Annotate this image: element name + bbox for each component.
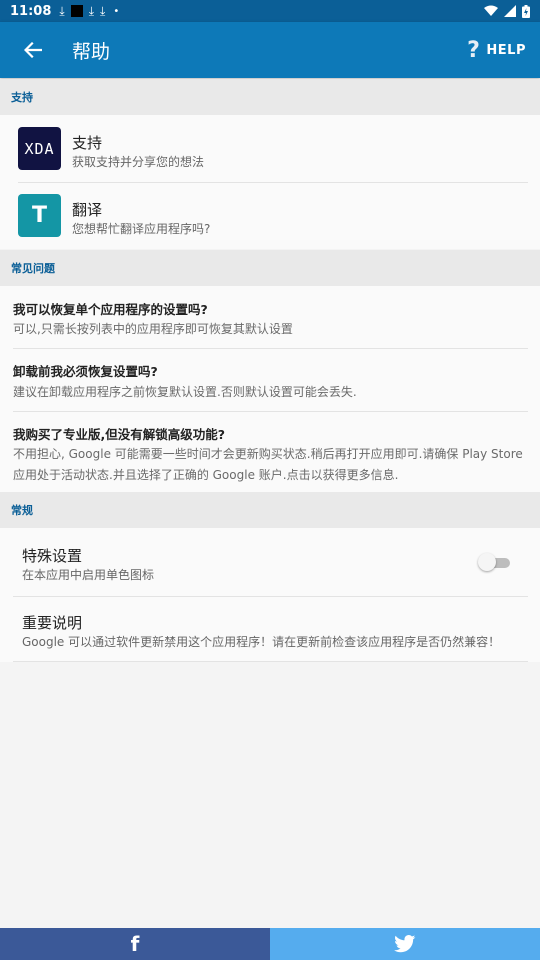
notification-icon bbox=[70, 5, 83, 17]
section-header-general: 常规 bbox=[0, 492, 540, 528]
download-icon: ⤓ bbox=[59, 3, 65, 18]
faq-question: 我可以恢复单个应用程序的设置吗? bbox=[13, 302, 208, 317]
help-button[interactable]: ? HELP bbox=[467, 38, 526, 63]
twitter-button[interactable] bbox=[270, 928, 540, 960]
faq-item[interactable]: 卸载前我必须恢复设置吗? 建议在卸载应用程序之前恢复默认设置.否则默认设置可能会… bbox=[0, 348, 540, 411]
facebook-button[interactable]: f bbox=[0, 928, 270, 960]
list-item-title: 翻译 bbox=[72, 201, 103, 219]
faq-answer: 不用担心, Google 可能需要一些时间才会更新购买状态.稍后再打开应用即可.… bbox=[13, 447, 523, 482]
faq-question: 卸载前我必须恢复设置吗? bbox=[13, 364, 158, 379]
twitter-icon bbox=[394, 935, 416, 953]
faq-item[interactable]: 我购买了专业版,但没有解锁高级功能? 不用担心, Google 可能需要一些时间… bbox=[0, 411, 540, 492]
status-time: 11:08 bbox=[10, 3, 52, 19]
setting-title: 重要说明 bbox=[22, 614, 83, 632]
list-item-subtitle: 您想帮忙翻译应用程序吗? bbox=[72, 222, 211, 236]
setting-special[interactable]: 特殊设置 在本应用中启用单色图标 bbox=[0, 528, 540, 596]
help-icon: ? bbox=[467, 37, 481, 63]
setting-subtitle: 在本应用中启用单色图标 bbox=[22, 568, 155, 582]
list-item-support[interactable]: XDA 支持 获取支持并分享您的想法 bbox=[0, 115, 540, 182]
setting-subtitle: Google 可以通过软件更新禁用这个应用程序！请在更新前检查该应用程序是否仍然… bbox=[22, 635, 501, 649]
setting-title: 特殊设置 bbox=[22, 547, 83, 565]
download-icon: ⤓ bbox=[88, 3, 95, 18]
general-card: 特殊设置 在本应用中启用单色图标 重要说明 Google 可以通过软件更新禁用这… bbox=[0, 528, 540, 662]
list-item-title: 支持 bbox=[72, 134, 103, 152]
xda-logo-icon: XDA bbox=[18, 127, 61, 170]
page-title: 帮助 bbox=[72, 40, 111, 63]
faq-item[interactable]: 我可以恢复单个应用程序的设置吗? 可以,只需长按列表中的应用程序即可恢复其默认设… bbox=[0, 286, 540, 348]
toggle-thumb bbox=[478, 553, 496, 571]
help-label: HELP bbox=[486, 42, 526, 58]
monochrome-icons-toggle[interactable] bbox=[478, 553, 510, 571]
translate-icon: T bbox=[18, 194, 61, 237]
facebook-icon: f bbox=[130, 932, 140, 956]
battery-icon bbox=[522, 4, 530, 18]
back-button[interactable] bbox=[22, 39, 44, 61]
download-icon: ⤓ bbox=[100, 3, 106, 18]
status-bar: 11:08 ⤓ ⤓ ⤓ • bbox=[0, 0, 540, 22]
faq-card: 我可以恢复单个应用程序的设置吗? 可以,只需长按列表中的应用程序即可恢复其默认设… bbox=[0, 286, 540, 492]
app-bar: 帮助 ? HELP bbox=[0, 22, 540, 78]
section-header-support: 支持 bbox=[0, 79, 540, 115]
list-item-subtitle: 获取支持并分享您的想法 bbox=[72, 155, 205, 169]
social-bar: f bbox=[0, 928, 540, 960]
faq-question: 我购买了专业版,但没有解锁高级功能? bbox=[13, 427, 226, 442]
support-card: XDA 支持 获取支持并分享您的想法 T 翻译 您想帮忙翻译应用程序吗? bbox=[0, 115, 540, 249]
section-header-faq: 常见问题 bbox=[0, 250, 540, 286]
list-item-translate[interactable]: T 翻译 您想帮忙翻译应用程序吗? bbox=[0, 182, 540, 249]
wifi-icon bbox=[484, 5, 498, 16]
more-notifications-icon: • bbox=[113, 5, 120, 17]
faq-answer: 可以,只需长按列表中的应用程序即可恢复其默认设置 bbox=[13, 322, 293, 336]
arrow-back-icon bbox=[24, 42, 42, 58]
divider bbox=[13, 661, 528, 662]
signal-icon bbox=[504, 5, 516, 17]
faq-answer: 建议在卸载应用程序之前恢复默认设置.否则默认设置可能会丢失. bbox=[13, 385, 357, 399]
setting-important-note[interactable]: 重要说明 Google 可以通过软件更新禁用这个应用程序！请在更新前检查该应用程… bbox=[0, 596, 540, 662]
